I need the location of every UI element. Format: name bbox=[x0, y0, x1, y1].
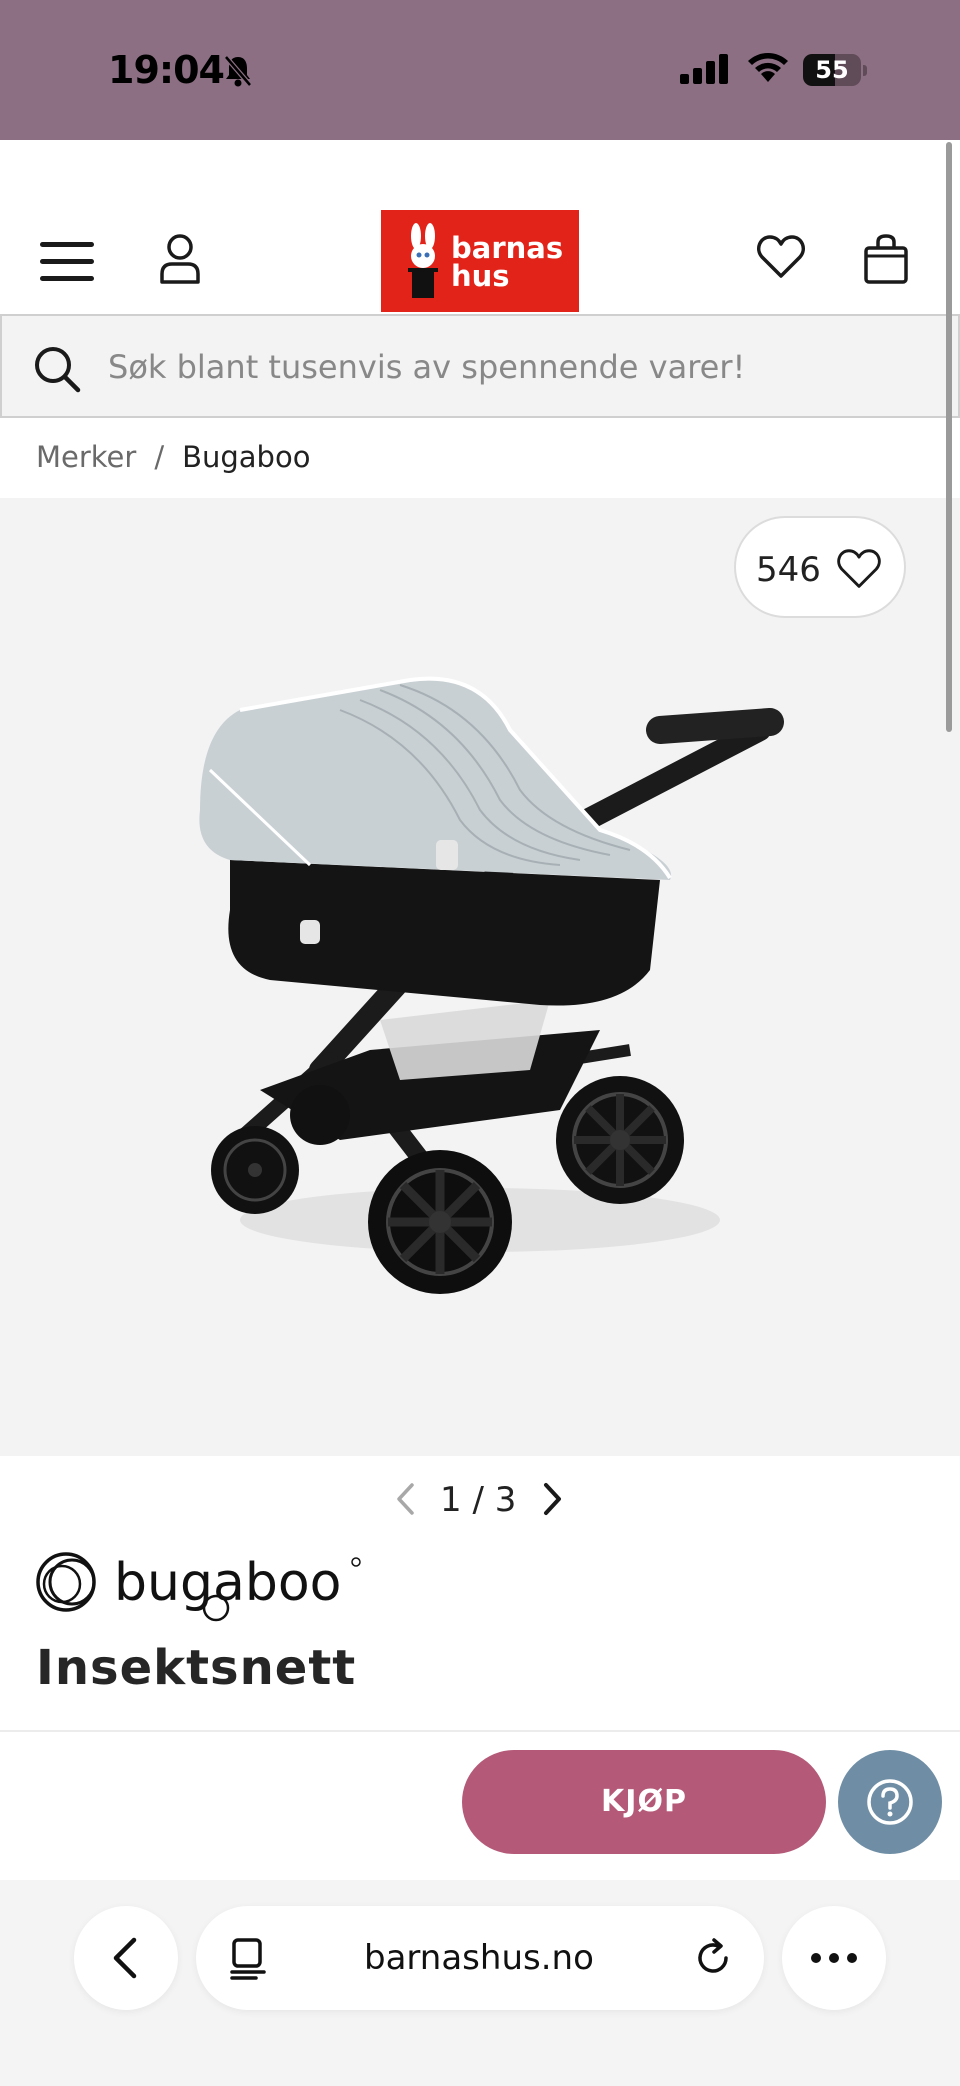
logo-line-1: barnas bbox=[451, 231, 564, 265]
search-placeholder: Søk blant tusenvis av spennende varer! bbox=[108, 348, 746, 386]
chevron-left-icon[interactable] bbox=[394, 1482, 418, 1516]
battery-icon: 55 bbox=[803, 54, 867, 86]
breadcrumb-item-merker[interactable]: Merker bbox=[36, 440, 136, 474]
bell-off-icon bbox=[224, 55, 252, 87]
breadcrumb-separator: / bbox=[154, 440, 165, 474]
promo-banner-text[interactable]: Klikk & Hent på 2 timer i alle våre buti… bbox=[162, 150, 844, 188]
favorite-count: 546 bbox=[756, 550, 821, 590]
reader-icon[interactable] bbox=[228, 1936, 268, 1980]
gallery-pager: 1 / 3 bbox=[0, 1474, 960, 1524]
favorite-button[interactable]: 546 bbox=[734, 516, 906, 618]
shopping-bag-icon[interactable] bbox=[862, 232, 910, 286]
chevron-right-icon[interactable] bbox=[540, 1482, 564, 1516]
browser-back-button[interactable] bbox=[74, 1906, 178, 2010]
product-image-stroller bbox=[199, 676, 784, 1294]
back-icon bbox=[113, 1937, 137, 1979]
site-header: barnas hus bbox=[0, 210, 960, 314]
status-bar: 19:04 55 Klikk & Hent på 2 timer i alle … bbox=[0, 0, 960, 188]
url-text: barnashus.no bbox=[364, 1938, 594, 1978]
logo-line-2: hus bbox=[451, 259, 510, 293]
cursor-icon bbox=[115, 154, 137, 187]
breadcrumb: Merker / Bugaboo bbox=[36, 440, 310, 474]
menu-icon[interactable] bbox=[38, 240, 96, 284]
battery-level: 55 bbox=[815, 56, 849, 84]
brand-name: bugaboo bbox=[114, 1553, 341, 1613]
browser-toolbar: barnashus.no bbox=[0, 1880, 960, 2086]
wheel-rear-right bbox=[556, 1076, 684, 1204]
more-icon bbox=[811, 1953, 857, 1963]
breadcrumb-item-bugaboo: Bugaboo bbox=[182, 440, 311, 474]
divider bbox=[0, 1730, 960, 1732]
wheel-front-left bbox=[211, 1126, 299, 1214]
buy-button[interactable]: KJØP bbox=[462, 1750, 826, 1854]
heart-icon bbox=[837, 549, 881, 588]
question-icon bbox=[867, 1779, 913, 1825]
help-button[interactable] bbox=[838, 1750, 942, 1854]
address-bar[interactable]: barnashus.no bbox=[196, 1906, 764, 2010]
bugaboo-brand-logo[interactable]: bugaboo bbox=[34, 1548, 374, 1622]
bunny-logo-icon bbox=[408, 223, 438, 298]
search-icon bbox=[35, 347, 81, 393]
logo-text: barnas hus bbox=[451, 231, 564, 293]
wheel-rear-left bbox=[368, 1150, 512, 1294]
more-options-button[interactable] bbox=[782, 1906, 886, 2010]
barnashus-logo[interactable]: barnas hus bbox=[381, 210, 579, 312]
product-title: Insektsnett bbox=[36, 1640, 357, 1696]
search-input[interactable]: Søk blant tusenvis av spennende varer! bbox=[0, 314, 960, 418]
status-time: 19:04 bbox=[108, 48, 225, 92]
wifi-icon bbox=[748, 53, 788, 82]
reload-icon[interactable] bbox=[694, 1936, 734, 1980]
user-icon[interactable] bbox=[156, 232, 204, 286]
page-scrollbar[interactable] bbox=[946, 142, 952, 732]
cellular-signal-icon bbox=[680, 54, 728, 84]
pager-text: 1 / 3 bbox=[440, 1480, 517, 1520]
wheel-front-right bbox=[290, 1085, 350, 1145]
wishlist-heart-icon[interactable] bbox=[756, 234, 806, 280]
